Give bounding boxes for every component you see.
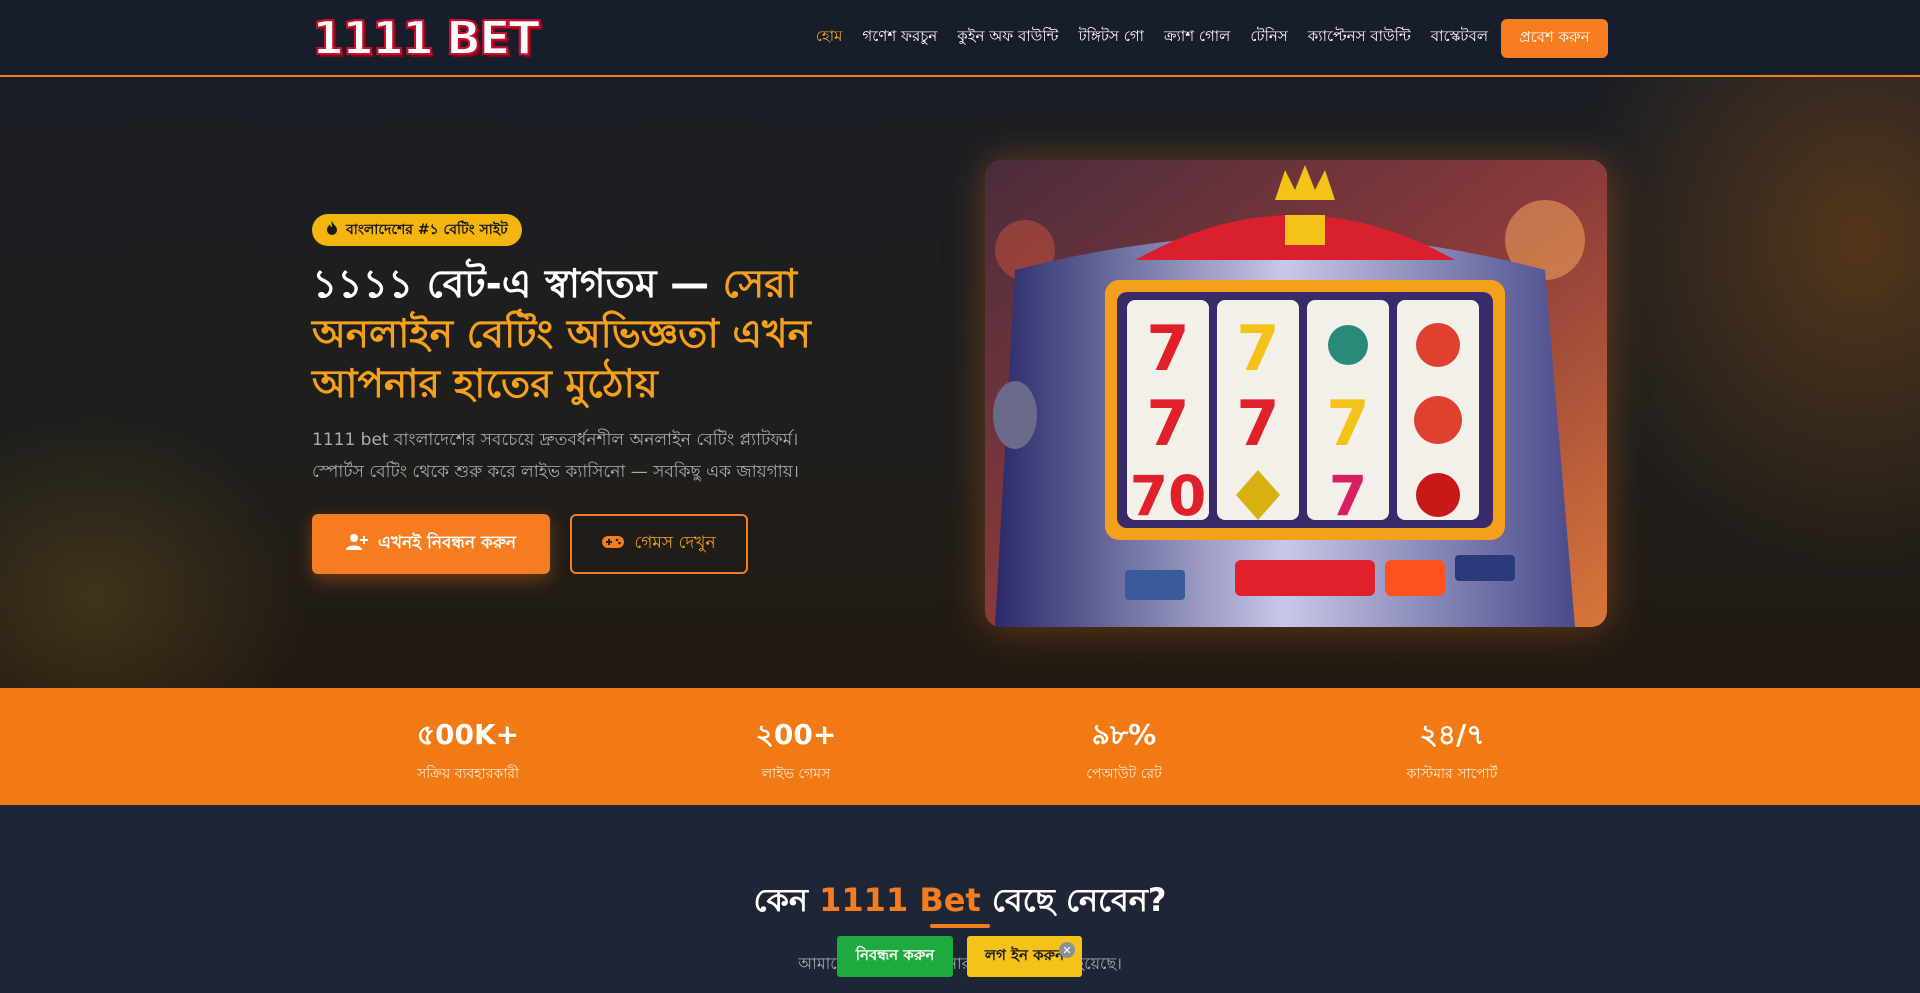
- brand-logo[interactable]: 1111 BET: [311, 10, 541, 66]
- stat-value: ২৪/৭: [1419, 718, 1485, 751]
- flame-icon: [326, 221, 338, 239]
- register-now-button[interactable]: এখনই নিবন্ধন করুন: [312, 514, 550, 574]
- top-site-badge: বাংলাদেশের #১ বেটিং সাইট: [312, 214, 522, 246]
- slot-machine-image: 7 7 70 7 7 7 7: [985, 160, 1607, 627]
- svg-text:7: 7: [1329, 464, 1367, 528]
- register-now-label: এখনই নিবন্ধন করুন: [377, 533, 517, 553]
- stats-bar: ৫00K+ সক্রিয় ব্যবহারকারী ২00+ লাইভ গেমস…: [0, 688, 1920, 805]
- stat-payout-rate: ৯৮% পেআউট রেট: [994, 688, 1254, 805]
- stat-active-users: ৫00K+ সক্রিয় ব্যবহারকারী: [338, 688, 598, 805]
- nav-item-home[interactable]: হোম: [816, 25, 843, 50]
- user-plus-icon: [345, 533, 368, 556]
- nav-item-captains-bounty[interactable]: ক্যাপ্টেনস বাউন্টি: [1308, 25, 1411, 50]
- title-underline: [930, 924, 990, 928]
- stat-live-games: ২00+ লাইভ গেমস: [666, 688, 926, 805]
- hero-desc-line-2: স্পোর্টস বেটিং থেকে শুরু করে লাইভ ক্যাসি…: [312, 462, 799, 482]
- hero-title: ১১১১ বেট-এ স্বাগতম — সেরা অনলাইন বেটিং অ…: [312, 260, 932, 410]
- main-nav: হোম গণেশ ফরচুন কুইন অফ বাউন্টি টঙ্গিটস গ…: [816, 0, 1488, 75]
- stat-label: সক্রিয় ব্যবহারকারী: [417, 766, 519, 782]
- site-header: 1111 BET হোম গণেশ ফরচুন কুইন অফ বাউন্টি …: [0, 0, 1920, 77]
- svg-text:7: 7: [1146, 312, 1189, 385]
- why-choose-description: আমাদের প্ল্যাটফর্ম ব্য... নার জন্য তৈরি …: [798, 954, 1122, 973]
- svg-text:7: 7: [1146, 387, 1189, 460]
- stat-label: কাস্টমার সাপোর্ট: [1406, 766, 1498, 782]
- stat-value: ৯৮%: [1091, 718, 1157, 751]
- stat-value: ২00+: [755, 718, 837, 751]
- close-icon[interactable]: ✕: [1059, 942, 1075, 958]
- hero-section: বাংলাদেশের #১ বেটিং সাইট ১১১১ বেট-এ স্বা…: [0, 77, 1920, 688]
- stat-label: পেআউট রেট: [1086, 766, 1162, 782]
- svg-text:7: 7: [1236, 387, 1279, 460]
- hero-description: 1111 bet বাংলাদেশের সবচেয়ে দ্রুতবর্ধনশী…: [312, 424, 872, 488]
- hero-desc-line-1: 1111 bet বাংলাদেশের সবচেয়ে দ্রুতবর্ধনশী…: [312, 430, 799, 450]
- badge-label: বাংলাদেশের #১ বেটিং সাইট: [346, 222, 508, 238]
- why-choose-title: কেন 1111 Bet বেছে নেবেন?: [0, 875, 1920, 929]
- svg-text:7: 7: [1326, 387, 1369, 460]
- nav-item-basketball[interactable]: বাস্কেটবল: [1431, 25, 1488, 50]
- svg-text:7: 7: [1236, 312, 1279, 385]
- stat-value: ৫00K+: [416, 718, 520, 751]
- view-games-label: গেমস দেখুন: [634, 533, 716, 553]
- nav-item-tennis[interactable]: টেনিস: [1250, 25, 1287, 50]
- hero-title-plain: ১১১১ বেট-এ স্বাগতম —: [312, 262, 723, 307]
- nav-item-ganesh-fortune[interactable]: গণেশ ফরচুন: [862, 25, 937, 50]
- nav-item-queen-of-bounty[interactable]: কুইন অফ বাউন্টি: [957, 25, 1058, 50]
- stat-customer-support: ২৪/৭ কাস্টমার সাপোর্ট: [1322, 688, 1582, 805]
- why-choose-section: কেন 1111 Bet বেছে নেবেন? আমাদের প্ল্যাটফ…: [0, 805, 1920, 993]
- floating-register-button[interactable]: নিবন্ধন করুন: [837, 936, 953, 977]
- why-title-pre: কেন: [753, 881, 820, 919]
- svg-text:70: 70: [1130, 464, 1207, 528]
- stat-label: লাইভ গেমস: [761, 766, 831, 782]
- header-login-button[interactable]: প্রবেশ করুন: [1501, 19, 1608, 58]
- gamepad-icon: [602, 534, 625, 554]
- nav-item-crash-goal[interactable]: ক্র্যাশ গোল: [1164, 25, 1230, 50]
- view-games-button[interactable]: গেমস দেখুন: [570, 514, 748, 574]
- why-title-accent: 1111 Bet: [819, 881, 981, 919]
- why-title-post: বেছে নেবেন?: [980, 881, 1167, 919]
- nav-item-tongits-go[interactable]: টঙ্গিটস গো: [1078, 25, 1144, 50]
